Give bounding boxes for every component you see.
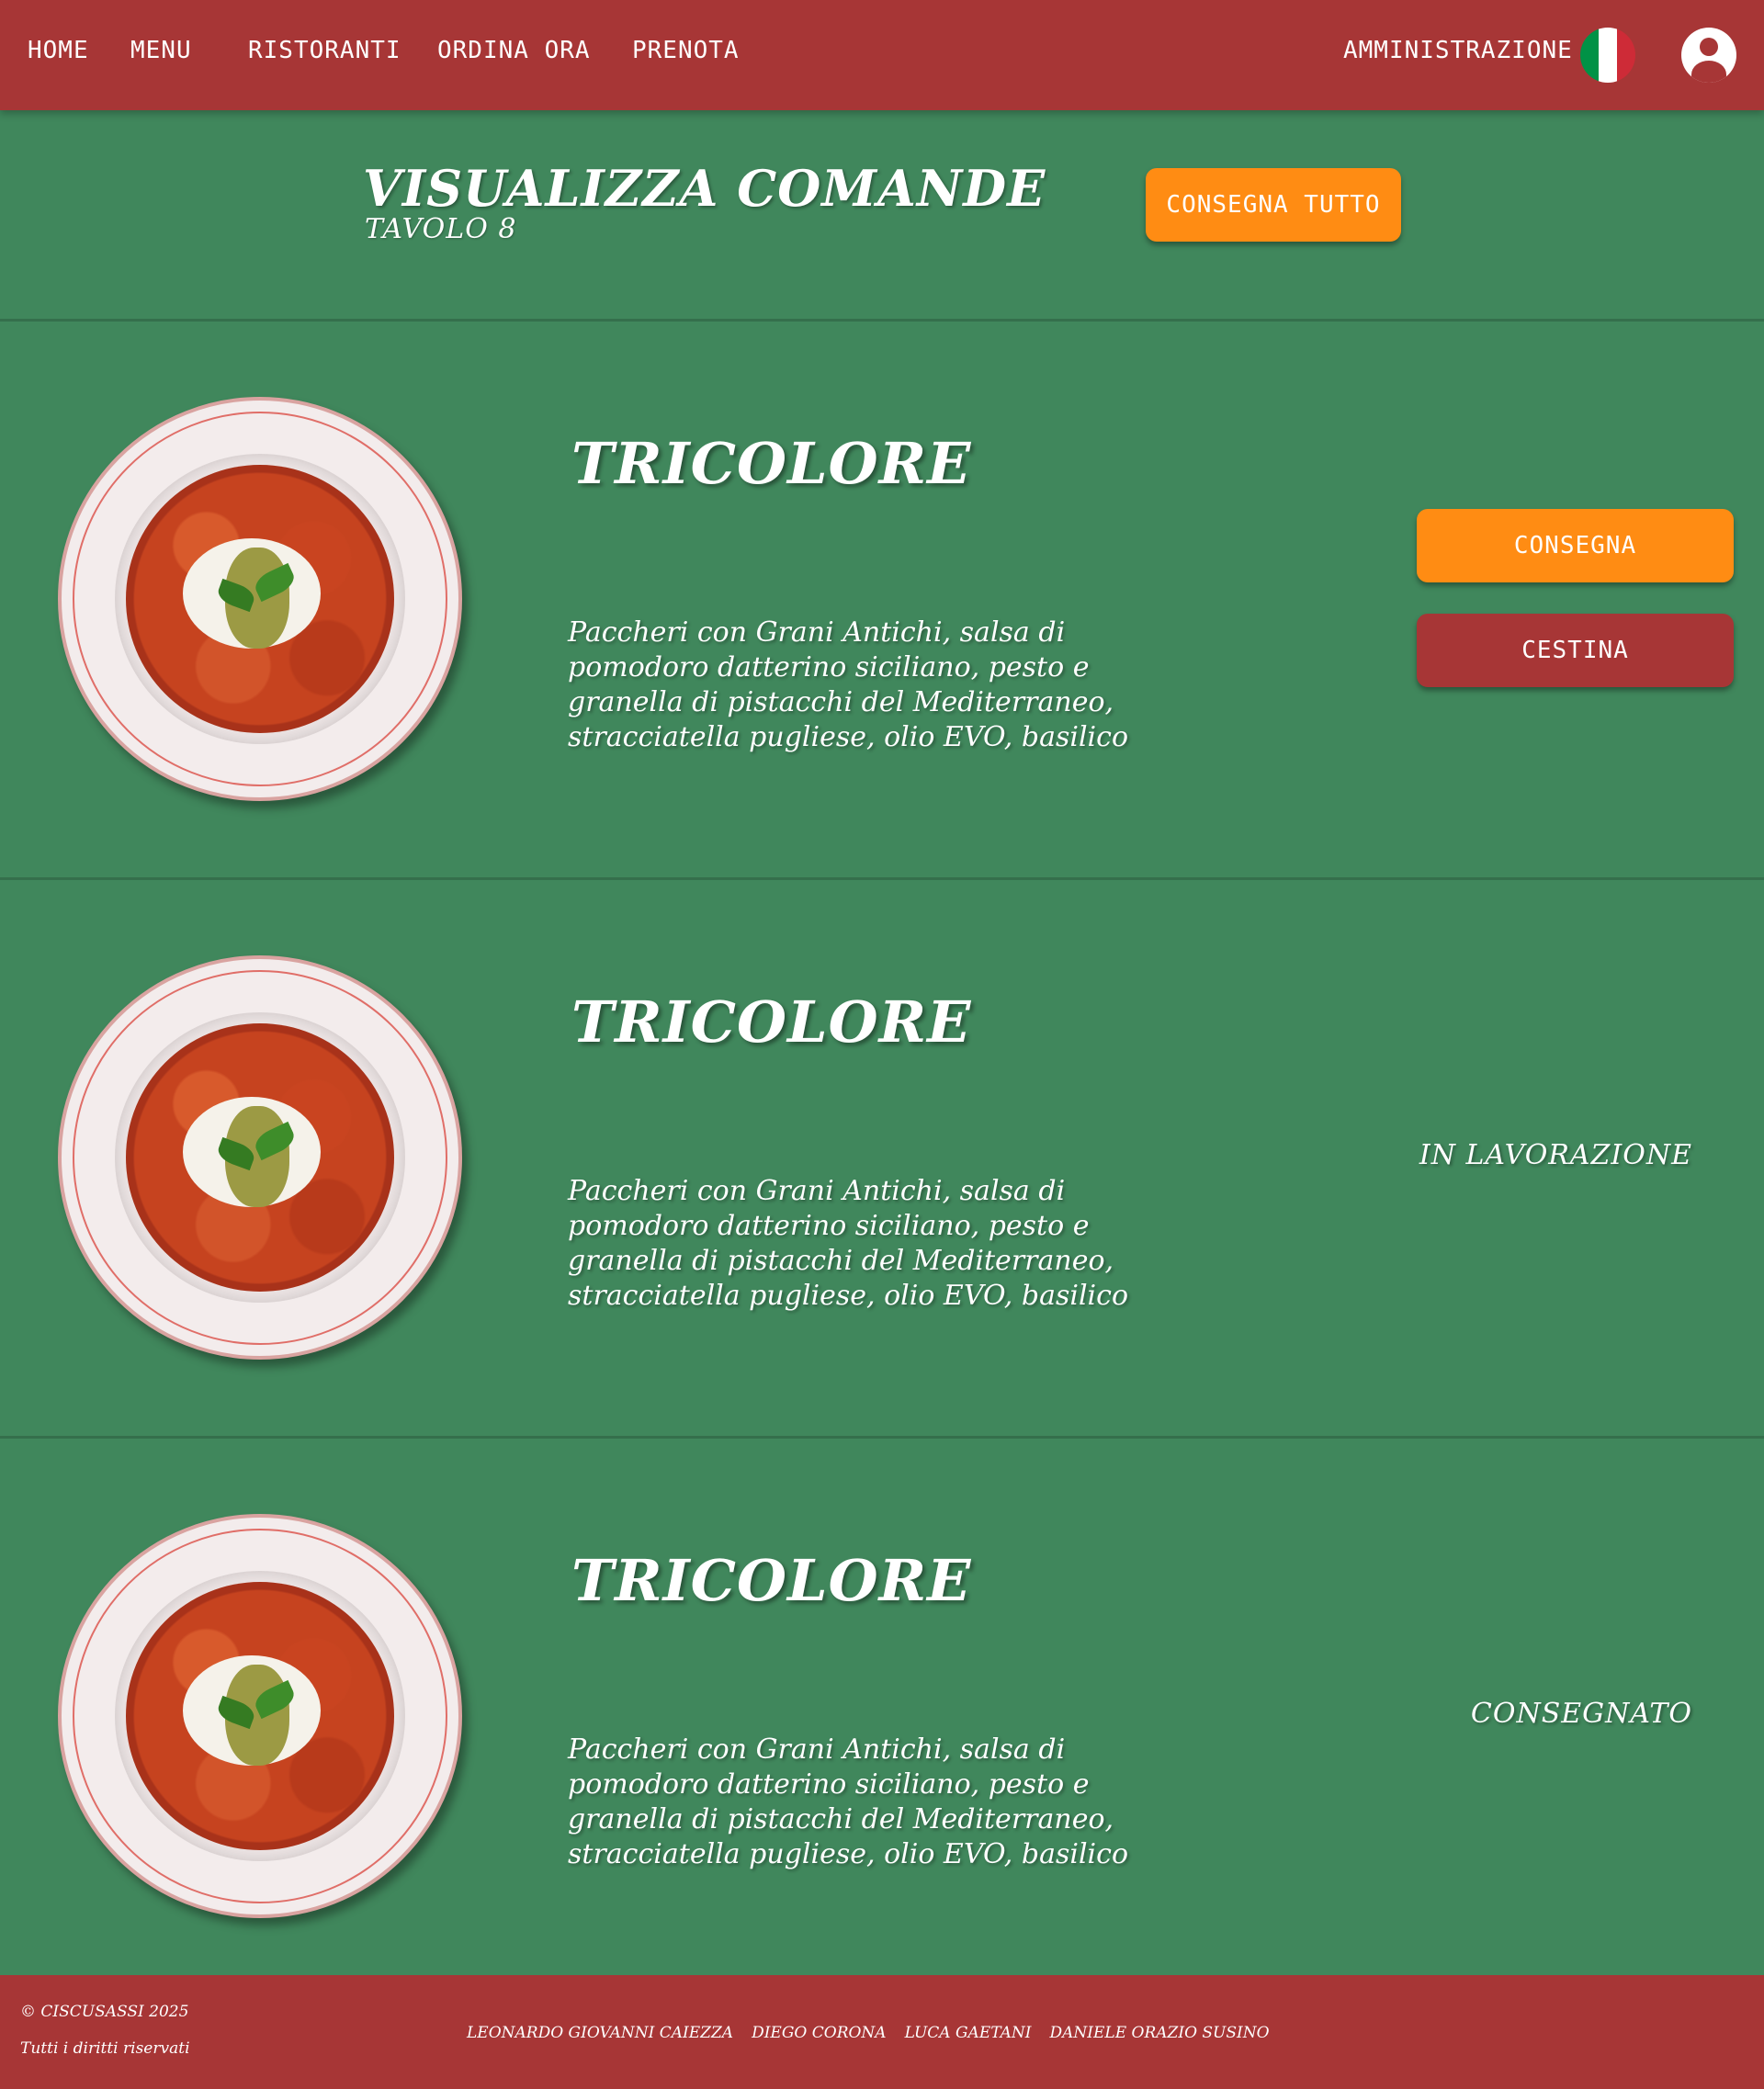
flag-white-stripe <box>1599 28 1617 83</box>
dish-name: TRICOLORE <box>571 430 972 497</box>
nav-order-now-link[interactable]: ORDINA ORA <box>437 37 591 64</box>
table-label: TAVOLO 8 <box>365 213 517 245</box>
nav-book-link[interactable]: PRENOTA <box>632 37 740 64</box>
dish-image <box>58 955 462 1360</box>
page-title: VISUALIZZA COMANDE <box>363 159 1046 218</box>
deliver-all-button[interactable]: CONSEGNA TUTTO <box>1146 168 1401 242</box>
dish-image <box>58 1514 462 1918</box>
nav-restaurants-link[interactable]: RISTORANTI <box>248 37 401 64</box>
order-item: TRICOLORE Paccheri con Grani Antichi, sa… <box>0 1439 1764 1997</box>
authors-list: LEONARDO GIOVANNI CAIEZZA DIEGO CORONA L… <box>467 2024 1270 2042</box>
nav-menu-link[interactable]: MENU <box>130 37 192 64</box>
order-status: CONSEGNATO <box>1470 1698 1692 1730</box>
author-name: DANIELE ORAZIO SUSINO <box>1049 2024 1270 2042</box>
user-icon-body <box>1691 61 1726 83</box>
nav-admin-link[interactable]: AMMINISTRAZIONE <box>1343 37 1573 64</box>
dish-name: TRICOLORE <box>571 988 972 1056</box>
order-item: TRICOLORE Paccheri con Grani Antichi, sa… <box>0 880 1764 1439</box>
user-account-icon[interactable] <box>1681 28 1736 83</box>
italy-flag-icon[interactable] <box>1580 28 1635 83</box>
dish-description: Paccheri con Grani Antichi, salsa di pom… <box>568 1733 1129 1870</box>
deliver-button[interactable]: CONSEGNA <box>1417 509 1734 582</box>
flag-green-stripe <box>1580 28 1599 83</box>
nav-home-link[interactable]: HOME <box>28 37 89 64</box>
dish-name: TRICOLORE <box>571 1547 972 1614</box>
orders-header: VISUALIZZA COMANDE TAVOLO 8 CONSEGNA TUT… <box>0 110 1764 322</box>
flag-red-stripe <box>1617 28 1635 83</box>
copyright: © CISCUSASSI 2025 <box>20 2003 189 2021</box>
rights-reserved: Tutti i diritti riservati <box>20 2039 190 2058</box>
author-name: LEONARDO GIOVANNI CAIEZZA <box>467 2024 734 2042</box>
dish-description: Paccheri con Grani Antichi, salsa di pom… <box>568 1175 1129 1312</box>
dish-image <box>58 397 462 801</box>
author-name: LUCA GAETANI <box>904 2024 1032 2042</box>
dish-description: Paccheri con Grani Antichi, salsa di pom… <box>568 616 1129 753</box>
user-icon-head <box>1700 38 1718 56</box>
trash-button[interactable]: CESTINA <box>1417 614 1734 687</box>
order-status: IN LAVORAZIONE <box>1419 1139 1692 1171</box>
order-item: TRICOLORE Paccheri con Grani Antichi, sa… <box>0 322 1764 880</box>
author-name: DIEGO CORONA <box>752 2024 887 2042</box>
footer: © CISCUSASSI 2025 Tutti i diritti riserv… <box>0 1975 1764 2089</box>
navbar: HOME MENU RISTORANTI ORDINA ORA PRENOTA … <box>0 0 1764 110</box>
